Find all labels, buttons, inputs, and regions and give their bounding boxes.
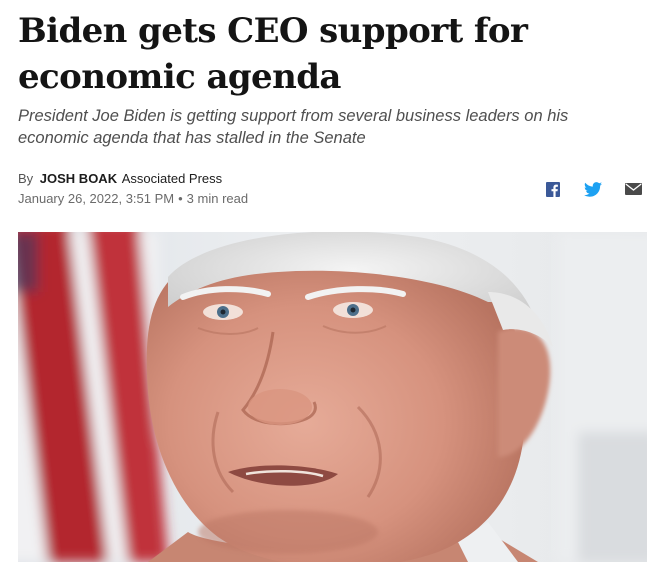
email-icon <box>624 183 642 195</box>
article: Biden gets CEO support for economic agen… <box>18 0 647 562</box>
publish-date: January 26, 2022, 3:51 PM <box>18 191 175 206</box>
flag-background <box>18 232 168 562</box>
headline: Biden gets CEO support for economic agen… <box>18 11 528 97</box>
dateline-separator: • <box>178 191 183 206</box>
author-name[interactable]: JOSH BOAK <box>40 171 117 186</box>
article-summary: President Joe Biden is getting support f… <box>18 107 569 147</box>
author-outlet: Associated Press <box>121 171 223 186</box>
facebook-icon <box>546 181 560 197</box>
portrait-photo <box>18 232 647 562</box>
twitter-share-button[interactable] <box>583 180 603 198</box>
facebook-share-button[interactable] <box>543 180 563 198</box>
byline-prefix: By <box>18 171 34 186</box>
dateline: January 26, 2022, 3:51 PM • 3 min read <box>18 190 248 207</box>
read-time: 3 min read <box>186 191 249 206</box>
share-bar <box>543 180 647 198</box>
twitter-icon <box>584 181 602 197</box>
hero-image <box>18 232 647 562</box>
byline: By JOSH BOAK Associated Press <box>18 170 222 187</box>
email-share-button[interactable] <box>623 180 643 198</box>
